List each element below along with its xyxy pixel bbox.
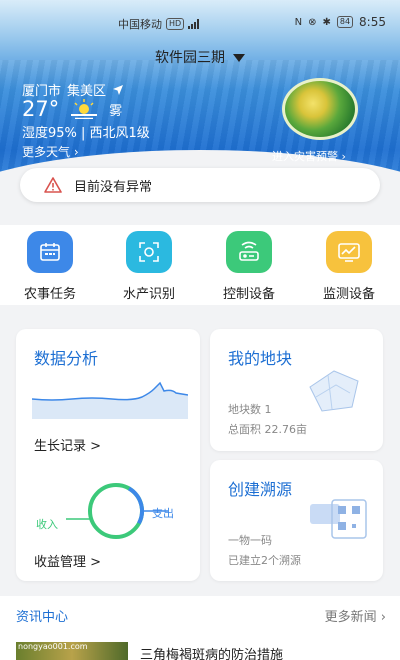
location-name: 软件园三期 [155, 50, 225, 66]
income-label: 收入 [36, 518, 58, 531]
news-thumbnail[interactable]: nongyao001.com [16, 642, 128, 660]
card-title-trace: 创建溯源 [228, 480, 293, 499]
more-weather-label: 更多天气 [22, 145, 71, 159]
card-title-analysis[interactable]: 数据分析 [34, 345, 98, 369]
plot-count: 地块数 1 [228, 403, 272, 416]
card-my-plots[interactable]: 我的地块 地块数 1 总面积 22.76亩 [210, 329, 383, 451]
monitor-chart-icon [326, 231, 372, 273]
disaster-map-thumbnail[interactable] [282, 78, 358, 140]
signal-icon [188, 19, 200, 29]
clock: 8:55 [359, 15, 386, 29]
alert-banner[interactable]: 目前没有异常 [20, 168, 380, 202]
router-icon [226, 231, 272, 273]
quick-action-monitor-device[interactable]: 监测设备 [313, 231, 385, 302]
location-selector[interactable]: 软件园三期 [0, 47, 400, 67]
card-title-plots: 我的地块 [228, 349, 293, 368]
quick-actions: 农事任务 水产识别 控制设备 监测设备 [0, 225, 400, 305]
weather-condition: 雾 [109, 103, 123, 119]
news-section-title: 资讯中心 [16, 610, 69, 625]
quick-action-aquatic-id[interactable]: 水产识别 [113, 231, 185, 302]
quick-action-control-device[interactable]: 控制设备 [213, 231, 285, 302]
trace-slogan: 一物一码 [228, 534, 272, 547]
temperature: 27° [22, 97, 60, 121]
status-bar: 中国移动 HD N ⊗ ✱ 84 8:55 [0, 0, 400, 44]
more-news-label: 更多新闻 [324, 610, 377, 625]
calendar-icon [27, 231, 73, 273]
carrier-name: 中国移动 [118, 18, 162, 31]
disaster-warning-link[interactable]: 进入灾害预警 › [272, 148, 346, 164]
quick-action-label: 农事任务 [23, 287, 76, 302]
warning-icon [44, 177, 62, 193]
current-weather: 27° 雾 [22, 97, 122, 121]
quick-action-label: 水产识别 [122, 287, 175, 302]
income-management-link[interactable]: 收益管理 > [34, 551, 101, 570]
alert-text: 目前没有异常 [74, 179, 153, 195]
mute-icon: ⊗ [308, 16, 317, 28]
humidity-wind: 湿度95% | 西北风1级 [22, 126, 150, 141]
expense-label: 支出 [152, 507, 174, 520]
thumbnail-watermark: nongyao001.com [18, 642, 88, 651]
news-headline[interactable]: 三角梅褐斑病的防治措施 [140, 644, 283, 660]
dropdown-caret-icon [233, 54, 245, 62]
plot-area: 总面积 22.76亩 [228, 423, 307, 436]
quick-action-label: 监测设备 [322, 287, 375, 302]
growth-sparkline-chart [32, 381, 188, 419]
plot-map-icon [309, 370, 359, 412]
quick-action-label: 控制设备 [222, 287, 275, 302]
location-arrow-icon [113, 84, 124, 95]
disaster-warning-label: 进入灾害预警 [272, 150, 338, 163]
qr-code-icon [310, 499, 367, 539]
growth-record-link[interactable]: 生长记录 > [34, 435, 101, 454]
bluetooth-icon: ✱ [322, 16, 331, 28]
more-news-link[interactable]: 更多新闻 › [325, 606, 386, 625]
quick-action-farm-task[interactable]: 农事任务 [14, 231, 86, 302]
more-weather-link[interactable]: 更多天气 › [22, 143, 79, 160]
nfc-icon: N [294, 16, 303, 28]
scan-icon [126, 231, 172, 273]
sun-fog-icon [71, 99, 98, 119]
battery-icon: 84 [336, 16, 354, 28]
card-create-trace[interactable]: 创建溯源 一物一码 已建立2个溯源 [210, 460, 383, 581]
news-section: 资讯中心 更多新闻 › nongyao001.com 三角梅褐斑病的防治措施 [0, 596, 400, 660]
trace-count: 已建立2个溯源 [228, 554, 301, 567]
card-analysis-income: 数据分析 生长记录 > 收入 支出 收益管理 > [16, 329, 200, 581]
hd-badge: HD [166, 18, 185, 30]
